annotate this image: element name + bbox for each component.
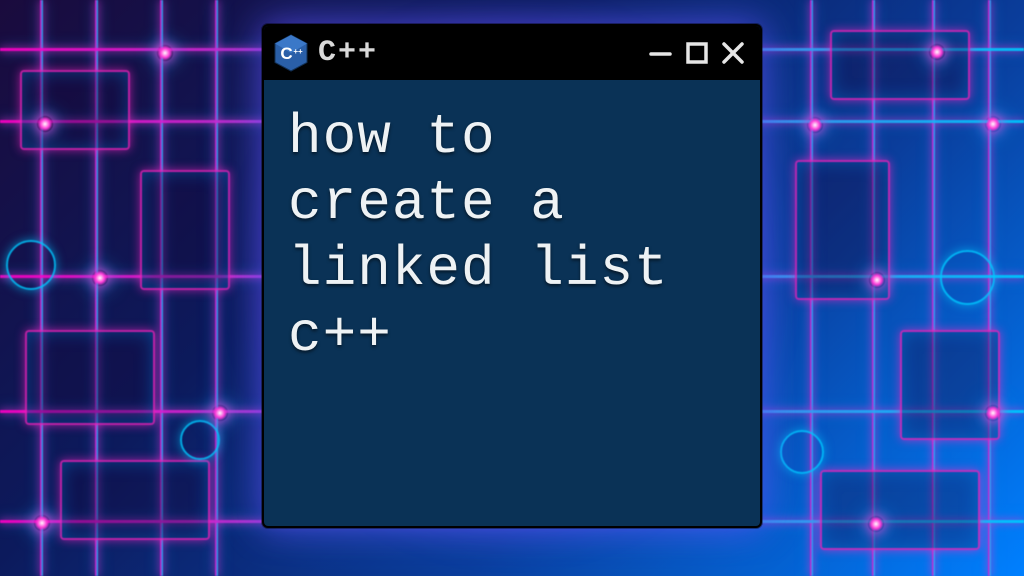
maximize-icon[interactable] (684, 40, 710, 66)
minimize-icon[interactable] (648, 40, 674, 66)
cpp-logo-icon: C ++ (274, 34, 308, 72)
svg-text:C: C (280, 44, 292, 63)
app-window: C ++ C++ how to create a linked list c++ (262, 24, 762, 528)
window-controls (648, 40, 746, 66)
close-icon[interactable] (720, 40, 746, 66)
body-text: how to create a linked list c++ (288, 104, 738, 368)
window-body: how to create a linked list c++ (264, 80, 760, 526)
titlebar[interactable]: C ++ C++ (264, 26, 760, 80)
window-title: C++ (318, 36, 638, 70)
svg-text:++: ++ (293, 47, 303, 56)
